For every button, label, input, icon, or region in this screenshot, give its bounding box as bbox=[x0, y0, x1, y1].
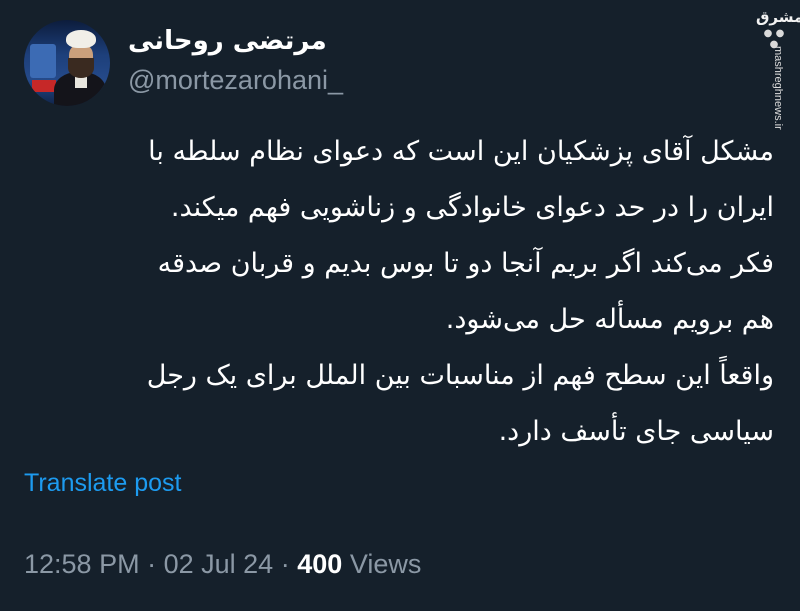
author-info: مرتضی روحانی @mortezarohani_ bbox=[128, 24, 428, 96]
post-text-line: ایران را در حد دعوای خانوادگی و زناشویی … bbox=[170, 192, 774, 223]
author-handle[interactable]: @mortezarohani_ bbox=[128, 64, 428, 96]
avatar-background-screen bbox=[30, 44, 56, 78]
avatar-background-banner bbox=[32, 80, 56, 92]
meta-separator: · bbox=[280, 549, 290, 579]
post-text-line: مشکل آقای پزشکیان این است که دعوای نظام … bbox=[148, 136, 774, 167]
views-label[interactable]: Views bbox=[350, 549, 422, 579]
views-count[interactable]: 400 bbox=[297, 549, 342, 579]
watermark: مشرق ● ● ● mashreghnews.ir bbox=[752, 6, 800, 130]
post-text: مشکل آقای پزشکیان این است که دعوای نظام … bbox=[22, 124, 774, 460]
avatar-turban bbox=[66, 30, 96, 48]
post-text-line: فکر می‌کند اگر بریم آنجا دو تا بوس بدیم … bbox=[157, 248, 774, 279]
post-meta: 12:58 PM · 02 Jul 24 · 400 Views bbox=[24, 546, 421, 582]
avatar-beard bbox=[68, 58, 94, 78]
post-text-line: واقعاً این سطح فهم از مناسبات بین الملل … bbox=[146, 360, 774, 391]
post-text-line: هم برویم مسأله حل می‌شود. bbox=[445, 304, 774, 335]
post-text-line: سیاسی جای تأسف دارد. bbox=[498, 416, 774, 447]
post-date[interactable]: 02 Jul 24 bbox=[164, 549, 274, 579]
watermark-logo: مشرق bbox=[756, 8, 800, 26]
translate-post-link[interactable]: Translate post bbox=[24, 468, 181, 498]
meta-separator: · bbox=[147, 549, 157, 579]
author-display-name[interactable]: مرتضی روحانی bbox=[128, 24, 428, 58]
watermark-url: mashreghnews.ir bbox=[772, 46, 784, 130]
post-header: مرتضی روحانی @mortezarohani_ مشرق ● ● ● … bbox=[0, 0, 800, 130]
avatar[interactable] bbox=[24, 20, 110, 106]
post-time[interactable]: 12:58 PM bbox=[24, 549, 140, 579]
